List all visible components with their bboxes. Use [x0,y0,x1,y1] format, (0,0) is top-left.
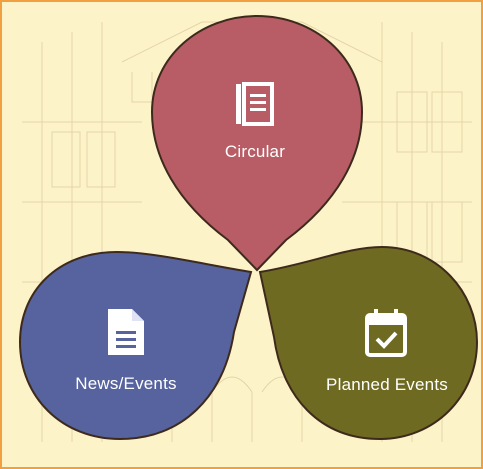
planned-events-label: Planned Events [326,375,448,394]
calendar-check-icon [365,309,407,357]
news-events-label: News/Events [75,374,177,393]
circular-label: Circular [224,142,286,161]
notebook-icon [236,82,274,126]
menu-petals [18,14,479,441]
app-frame: Circular News/Events Planned Events [0,0,483,469]
document-icon [108,309,144,355]
